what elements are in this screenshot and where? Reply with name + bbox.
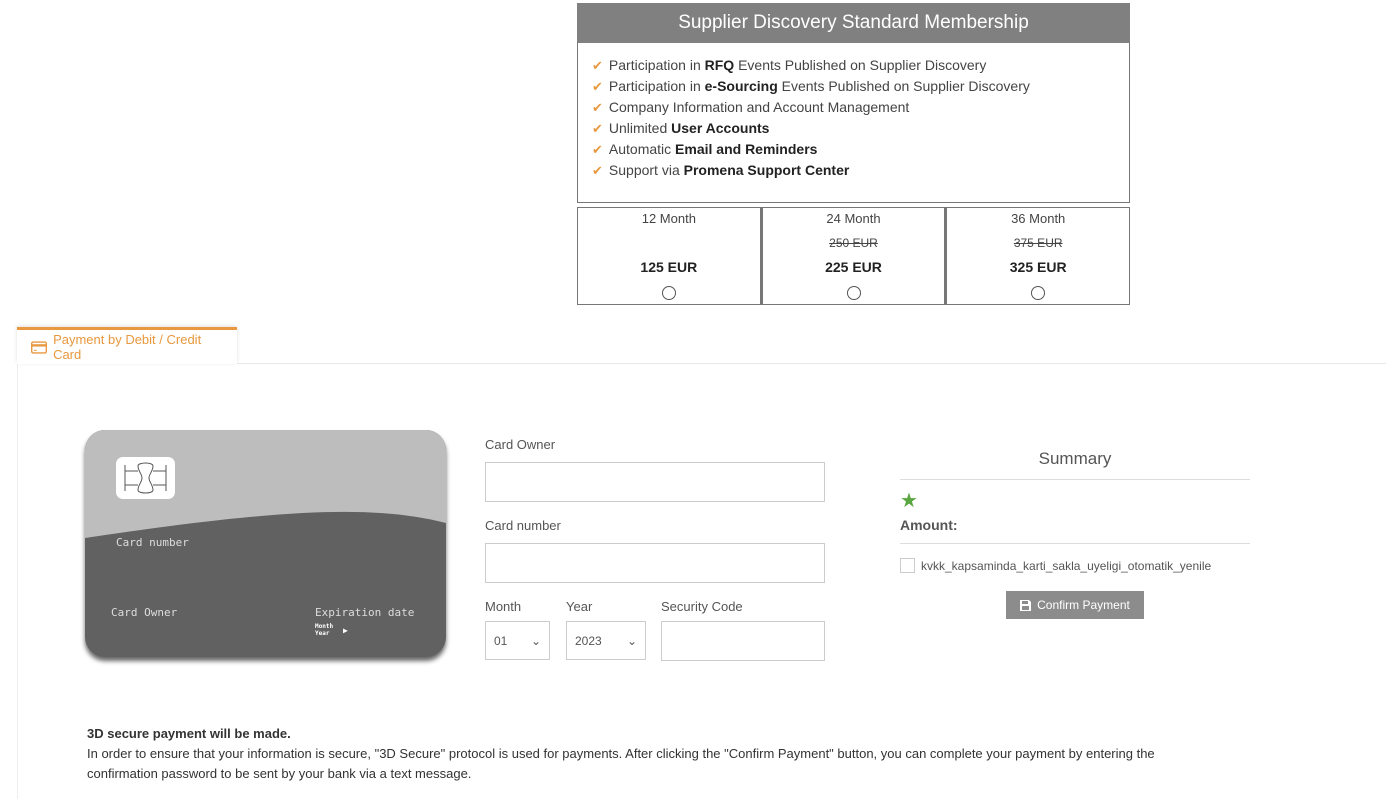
price-options: 12 Month 125 EUR 24 Month 250 EUR 225 EUR 3… [577,207,1131,305]
price-option-36[interactable]: 36 Month 375 EUR 325 EUR [945,207,1131,305]
feature-item: ✔ Company Information and Account Managem… [592,99,910,115]
check-icon: ✔ [592,100,603,115]
check-icon: ✔ [592,58,603,73]
price-radio[interactable] [1031,286,1046,300]
price-radio[interactable] [661,286,676,300]
plan-title: Supplier Discovery Standard Membership [577,3,1130,43]
price: 125 EUR [640,259,698,275]
card-expiration-preview: Expiration date [315,606,415,619]
feature-item: ✔ Participation in e-Sourcing Events Publ… [592,78,1030,94]
feature-item: ✔ Automatic Email and Reminders [592,141,818,157]
card-owner-input[interactable] [485,462,825,502]
old-price: 375 EUR [1013,236,1063,250]
3d-secure-note: 3D secure payment will be made. In order… [87,724,1207,784]
kvkk-checkbox-row[interactable]: kvkk_kapsaminda_karti_sakla_uyeligi_otom… [900,558,1250,573]
save-icon [1020,599,1032,611]
price-option-24[interactable]: 24 Month 250 EUR 225 EUR [760,207,946,305]
chip-icon [116,457,175,499]
kvkk-checkbox[interactable] [900,558,915,573]
summary-title: Summary [900,440,1250,480]
summary-panel: Summary ★ Amount: kvkk_kapsaminda_karti_… [900,440,1250,573]
card-exp-month-year: Month Year [315,623,334,637]
chevron-down-icon: ⌄ [626,633,637,648]
feature-item: ✔ Support via Promena Support Center [592,162,850,178]
card-owner-label: Card Owner [485,437,556,452]
feature-list: ✔ Participation in RFQ Events Published o… [577,43,1130,203]
month-select[interactable]: 01 ⌄ [485,621,550,660]
note-text: In order to ensure that your information… [87,746,1155,781]
month-label: Month [485,599,522,614]
price: 325 EUR [1009,259,1067,275]
tab-divider [237,363,1386,364]
security-code-input[interactable] [661,621,825,661]
chevron-down-icon: ⌄ [530,633,541,648]
credit-card-icon [31,340,48,354]
check-icon: ✔ [592,163,603,178]
old-price: 250 EUR [829,236,878,250]
feature-item: ✔ Unlimited User Accounts [592,120,770,136]
check-icon: ✔ [592,79,603,94]
security-code-label: Security Code [661,599,743,614]
price-radio[interactable] [846,286,861,300]
card-owner-preview: Card Owner [111,606,178,619]
card-number-input[interactable] [485,543,825,583]
year-select[interactable]: 2023 ⌄ [566,621,646,660]
price: 225 EUR [825,259,882,275]
card-preview: Card number Card Owner Expiration date M… [85,430,446,657]
confirm-payment-button[interactable]: Confirm Payment [1006,591,1144,619]
tab-card-payment[interactable]: Payment by Debit / Credit Card [17,327,237,364]
period-label: 24 Month [826,211,881,226]
check-icon: ✔ [592,121,603,136]
tab-label: Payment by Debit / Credit Card [53,332,202,362]
panel-border [17,363,18,799]
price-option-12[interactable]: 12 Month 125 EUR [577,207,761,305]
star-icon: ★ [900,490,918,512]
card-number-label: Card number [485,518,561,533]
kvkk-checkbox-label: kvkk_kapsaminda_karti_sakla_uyeligi_otom… [921,558,1212,573]
check-icon: ✔ [592,142,603,157]
play-arrow-icon: ▶ [343,626,348,635]
card-number-preview: Card number [116,536,189,549]
period-label: 12 Month [641,211,696,226]
note-title: 3D secure payment will be made. [87,726,291,741]
feature-item: ✔ Participation in RFQ Events Published o… [592,57,987,73]
year-label: Year [566,599,593,614]
amount-label: Amount: [900,517,1250,544]
period-label: 36 Month [1011,211,1066,226]
membership-plan: Supplier Discovery Standard Membership ✔… [577,3,1130,203]
